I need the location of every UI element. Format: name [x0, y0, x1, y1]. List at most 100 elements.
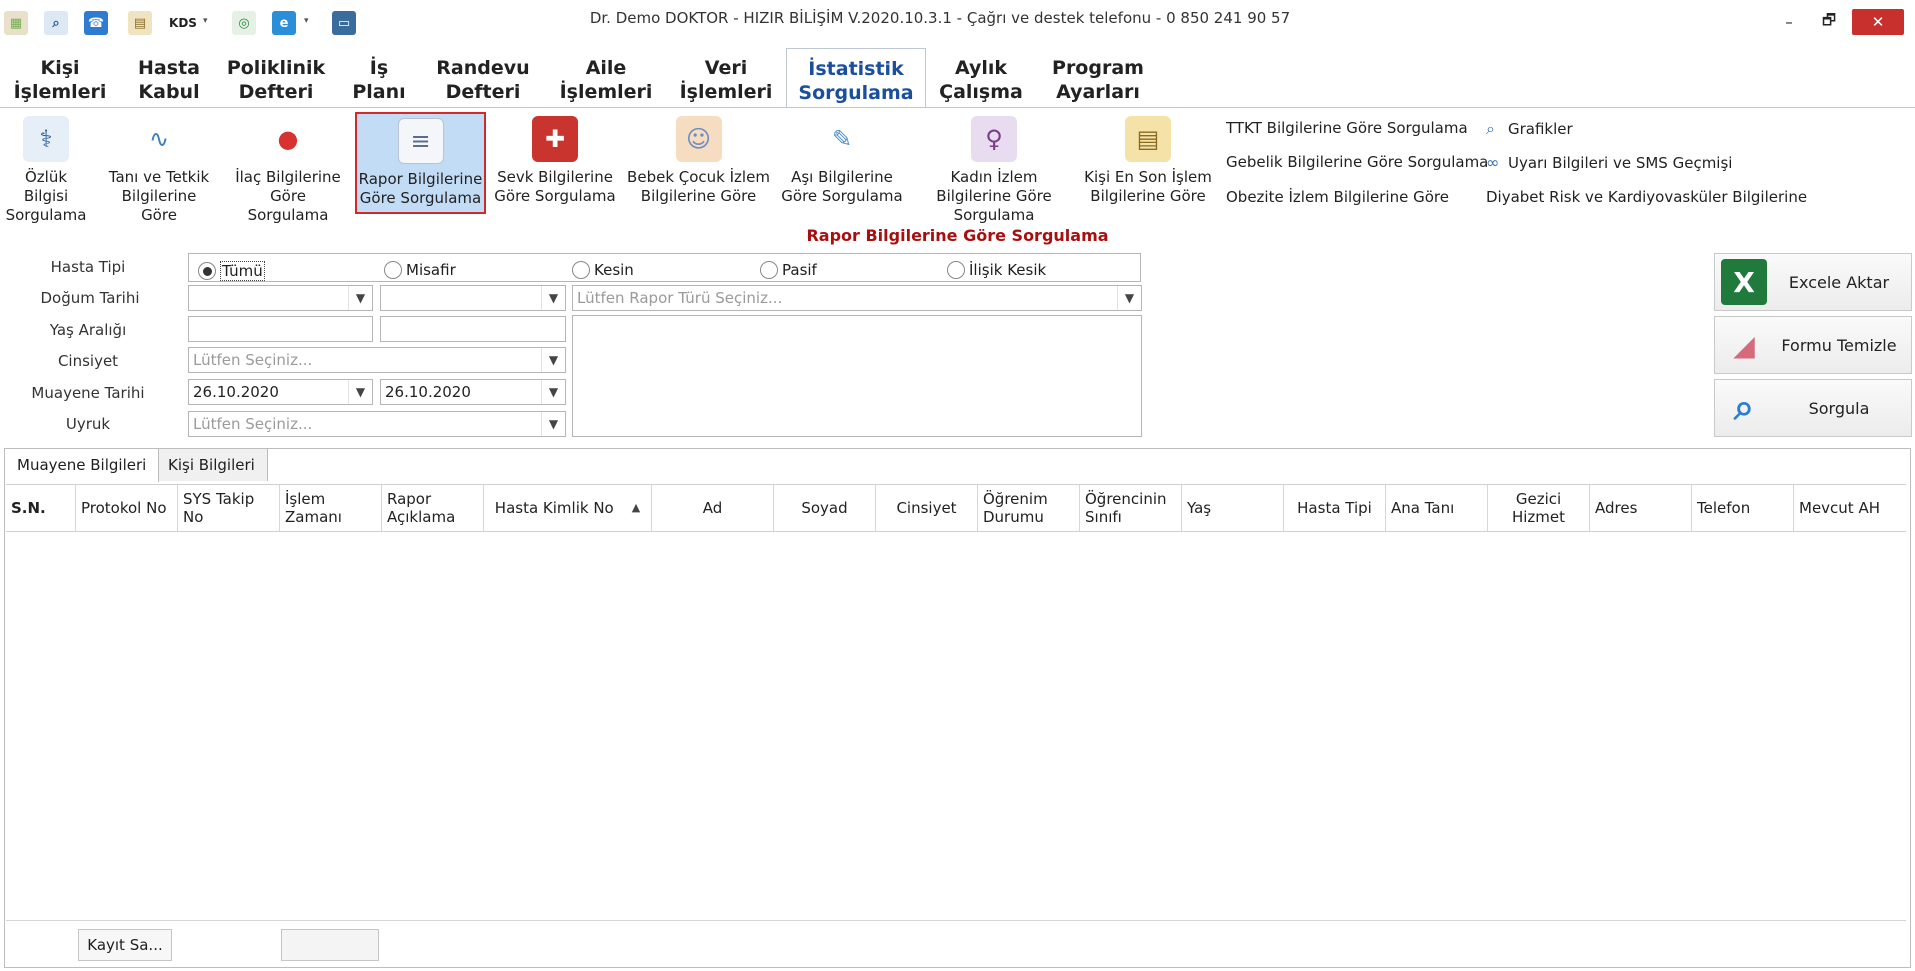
browser-icon[interactable]: e: [272, 11, 296, 35]
col-ogrenim-durumu[interactable]: Öğrenim Durumu: [978, 485, 1080, 531]
tab-veri-islemleri[interactable]: Veri İşlemleri: [674, 48, 778, 108]
grid-footer-divider: [6, 920, 1906, 921]
section-title: Rapor Bilgilerine Göre Sorgulama: [806, 226, 1109, 245]
ribbon-rapor-button[interactable]: ≡ Rapor Bilgilerine Göre Sorgulama: [355, 112, 486, 214]
tab-aile-islemleri[interactable]: Aile İşlemleri: [554, 48, 658, 108]
clear-form-button[interactable]: ◢ Formu Temizle: [1714, 316, 1912, 374]
col-soyad[interactable]: Soyad: [774, 485, 876, 531]
woman-icon: ♀: [971, 116, 1017, 162]
monitor-icon[interactable]: ▭: [332, 11, 356, 35]
col-ad[interactable]: Ad: [652, 485, 774, 531]
diyabet-link[interactable]: Diyabet Risk ve Kardiyovasküler Bilgiler…: [1486, 188, 1807, 206]
ribbon-ozluk-bilgisi-button[interactable]: ⚕ Özlük Bilgisi Sorgulama: [2, 112, 90, 224]
radio-kesin[interactable]: Kesin: [572, 261, 634, 279]
chevron-down-icon[interactable]: ▼: [541, 412, 565, 436]
ttkt-link[interactable]: TTKT Bilgilerine Göre Sorgulama: [1226, 119, 1468, 137]
excel-icon: X: [1721, 259, 1767, 305]
close-button[interactable]: ✕: [1852, 9, 1904, 35]
eraser-icon: ◢: [1733, 328, 1755, 362]
kds-icon[interactable]: KDS: [168, 11, 198, 35]
ribbon-kadin-izlem-button[interactable]: ♀ Kadın İzlem Bilgilerine Göre Sorgulama: [912, 112, 1076, 224]
chevron-down-icon[interactable]: ▼: [1117, 286, 1141, 310]
muayene-tarihi-to-field[interactable]: 26.10.2020 ▼: [380, 379, 566, 405]
col-ogrencinin-sinifi[interactable]: Öğrencinin Sınıfı: [1080, 485, 1182, 531]
excel-export-button[interactable]: X Excele Aktar: [1714, 253, 1912, 311]
col-gezici-hizmet[interactable]: Gezici Hizmet: [1488, 485, 1590, 531]
col-mevcut-ah[interactable]: Mevcut AH: [1794, 485, 1906, 531]
search-icon[interactable]: ⌕: [44, 11, 68, 35]
clipboard-icon: ▤: [1125, 116, 1171, 162]
col-sn[interactable]: S.N.: [6, 485, 76, 531]
folder-icon[interactable]: ▤: [128, 11, 152, 35]
col-hasta-tipi[interactable]: Hasta Tipi: [1284, 485, 1386, 531]
query-button[interactable]: ⌕ Sorgula: [1714, 379, 1912, 437]
tab-aylik-calisma[interactable]: Aylık Çalışma: [934, 48, 1028, 108]
ribbon-kisi-son-islem-button[interactable]: ▤ Kişi En Son İşlem Bilgilerine Göre: [1084, 112, 1212, 214]
chat-icon[interactable]: ☎: [84, 11, 108, 35]
chevron-down-icon[interactable]: ▼: [348, 380, 372, 404]
chevron-down-icon[interactable]: ▼: [348, 286, 372, 310]
dogum-tarihi-to-field[interactable]: ▼: [380, 285, 566, 311]
grafikler-link[interactable]: ⌕ Grafikler: [1486, 119, 1573, 139]
ribbon-sevk-button[interactable]: ✚ Sevk Bilgilerine Göre Sorgulama: [494, 112, 616, 214]
ribbon-label: Tanı ve Tetkik Bilgilerine Göre: [108, 168, 210, 224]
muayene-tarihi-from-field[interactable]: 26.10.2020 ▼: [188, 379, 373, 405]
radio-dot: [947, 261, 965, 279]
col-yas[interactable]: Yaş: [1182, 485, 1284, 531]
uyari-sms-link[interactable]: ∞ Uyarı Bilgileri ve SMS Geçmişi: [1486, 153, 1732, 172]
restore-button[interactable]: 🗗: [1812, 9, 1846, 35]
chevron-down-icon[interactable]: ▼: [541, 380, 565, 404]
ribbon-bebek-cocuk-button[interactable]: ☺ Bebek Çocuk İzlem Bilgilerine Göre: [626, 112, 771, 214]
col-protokol-no[interactable]: Protokol No: [76, 485, 178, 531]
ribbon-label: Kadın İzlem Bilgilerine Göre Sorgulama: [936, 168, 1052, 224]
yas-from-input[interactable]: [188, 316, 373, 342]
radio-dot: [572, 261, 590, 279]
rapor-turu-select[interactable]: Lütfen Rapor Türü Seçiniz... ▼: [572, 285, 1142, 311]
minimize-button[interactable]: –: [1772, 9, 1806, 35]
tab-is-plani[interactable]: İş Planı: [344, 48, 414, 108]
radio-dot: [760, 261, 778, 279]
sort-ascending-icon: ▲: [631, 501, 641, 514]
chevron-down-icon[interactable]: ▼: [541, 286, 565, 310]
tab-randevu-defteri[interactable]: Randevu Defteri: [428, 48, 538, 108]
col-cinsiyet[interactable]: Cinsiyet: [876, 485, 978, 531]
chevron-down-icon[interactable]: ▾: [304, 16, 309, 26]
tab-muayene-bilgileri[interactable]: Muayene Bilgileri: [4, 448, 160, 482]
radio-ilisik-kesik[interactable]: İlişik Kesik: [947, 261, 1046, 279]
cinsiyet-select[interactable]: Lütfen Seçiniz... ▼: [188, 347, 566, 373]
title-bar: ▦ ⌕ ☎ ▤ KDS ▾ ◎ e ▾ ▭ Dr. Demo DOKTOR - …: [0, 0, 1915, 44]
obezite-link[interactable]: Obezite İzlem Bilgilerine Göre: [1226, 188, 1449, 206]
gebelik-link[interactable]: Gebelik Bilgilerine Göre Sorgulama: [1226, 153, 1488, 171]
tab-hasta-kabul[interactable]: Hasta Kabul: [124, 48, 214, 108]
col-sys-takip-no[interactable]: SYS Takip No: [178, 485, 280, 531]
record-count-button[interactable]: Kayıt Sa...: [78, 929, 172, 961]
radio-tumu[interactable]: Tümü: [198, 261, 265, 281]
yas-to-input[interactable]: [380, 316, 566, 342]
tab-kisi-bilgileri[interactable]: Kişi Bilgileri: [155, 448, 268, 481]
tab-istatistik-sorgulama[interactable]: İstatistik Sorgulama: [786, 48, 926, 108]
refresh-icon[interactable]: ◎: [232, 11, 256, 35]
rapor-turu-list[interactable]: [572, 315, 1142, 437]
chevron-down-icon[interactable]: ▼: [541, 348, 565, 372]
ribbon-asi-button[interactable]: ✎ Aşı Bilgilerine Göre Sorgulama: [780, 112, 904, 214]
col-adres[interactable]: Adres: [1590, 485, 1692, 531]
dogum-tarihi-from-field[interactable]: ▼: [188, 285, 373, 311]
col-ana-tani[interactable]: Ana Tanı: [1386, 485, 1488, 531]
app-map-icon[interactable]: ▦: [4, 11, 28, 35]
chevron-down-icon[interactable]: ▾: [203, 16, 208, 26]
tab-poliklinik-defteri[interactable]: Poliklinik Defteri: [226, 48, 326, 108]
ribbon-ilac-button[interactable]: ● İlaç Bilgilerine Göre Sorgulama: [228, 112, 348, 225]
radio-pasif[interactable]: Pasif: [760, 261, 817, 279]
col-telefon[interactable]: Telefon: [1692, 485, 1794, 531]
uyruk-select[interactable]: Lütfen Seçiniz... ▼: [188, 411, 566, 437]
tab-kisi-islemleri[interactable]: Kişi İşlemleri: [10, 48, 110, 108]
col-rapor-aciklama[interactable]: Rapor Açıklama: [382, 485, 484, 531]
ribbon-tani-tetkik-button[interactable]: ∿ Tanı ve Tetkik Bilgilerine Göre: [104, 112, 214, 225]
stethoscope-icon: ∿: [148, 124, 170, 153]
col-islem-zamani[interactable]: İşlem Zamanı: [280, 485, 382, 531]
col-hasta-kimlik-no[interactable]: Hasta Kimlik No ▲: [484, 485, 652, 531]
radio-misafir[interactable]: Misafir: [384, 261, 456, 279]
label-yas-araligi: Yaş Aralığı: [49, 321, 127, 339]
tab-program-ayarlari[interactable]: Program Ayarları: [1040, 48, 1156, 108]
doctor-icon: ⚕: [23, 116, 69, 162]
